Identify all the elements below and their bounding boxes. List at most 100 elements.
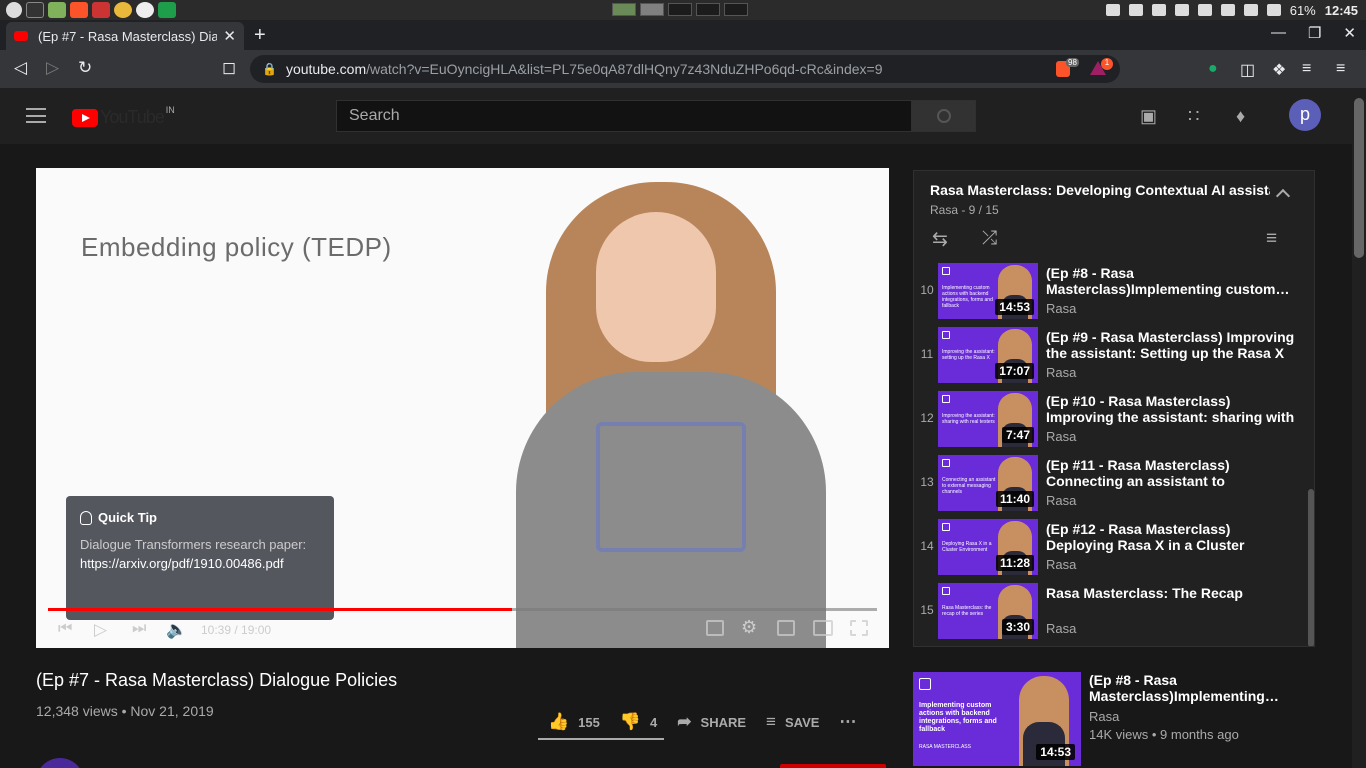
more-actions-button[interactable]: ⋯ — [829, 712, 866, 732]
search-button[interactable] — [911, 100, 976, 132]
settings-gear-icon[interactable]: ⚙ — [741, 617, 757, 638]
playlist-item-thumbnail[interactable]: Improving the assistant: sharing with re… — [938, 391, 1038, 447]
dislike-button[interactable]: 👎 4 — [610, 712, 667, 732]
mint-menu-icon[interactable] — [6, 2, 22, 18]
vpn-icon[interactable] — [136, 2, 154, 18]
play-icon[interactable]: ▷ — [94, 620, 107, 640]
playlist-item-title[interactable]: (Ep #9 - Rasa Masterclass) Improving the… — [1046, 329, 1296, 361]
progress-bar[interactable] — [48, 608, 877, 611]
playlist-item-thumbnail[interactable]: Deploying Rasa X in a Cluster Environmen… — [938, 519, 1038, 575]
media-control-icon[interactable]: ≡ — [1302, 60, 1311, 78]
fullscreen-icon[interactable] — [850, 620, 868, 636]
browser-tab[interactable]: (Ep #7 - Rasa Masterclass) Dialogue Poli… — [6, 22, 244, 50]
playlist-item[interactable]: 10 Implementing custom actions with backe… — [914, 257, 1314, 321]
workspace-5[interactable] — [724, 3, 748, 16]
browser-menu-icon[interactable]: ≡ — [1336, 60, 1345, 78]
extension-icon[interactable]: ◫ — [1240, 60, 1255, 80]
next-icon[interactable]: ⏭ — [132, 620, 146, 638]
playlist-item-thumbnail[interactable]: Rasa Masterclass: the recap of the serie… — [938, 583, 1038, 639]
playlist-item-channel[interactable]: Rasa — [1046, 365, 1076, 380]
text-editor-icon[interactable] — [92, 2, 110, 18]
next-video-channel[interactable]: Rasa — [1089, 709, 1119, 724]
battery-label[interactable]: 61% — [1290, 3, 1316, 18]
user-icon[interactable] — [1105, 4, 1120, 16]
hamburger-menu-icon[interactable] — [26, 108, 46, 123]
next-video-title[interactable]: (Ep #8 - Rasa Masterclass)Implementing… — [1089, 672, 1319, 704]
notifications-bell-icon[interactable]: ♦ — [1236, 106, 1245, 127]
theater-mode-icon[interactable] — [813, 620, 833, 636]
create-video-icon[interactable]: ▣ — [1140, 106, 1157, 127]
terminal-icon[interactable] — [26, 2, 44, 18]
loop-icon[interactable]: ⇆ — [932, 228, 948, 251]
chrome-icon[interactable] — [114, 2, 132, 18]
files-icon[interactable] — [48, 2, 66, 18]
playlist-item-channel[interactable]: Rasa — [1046, 493, 1076, 508]
slack-icon[interactable] — [1174, 4, 1189, 16]
new-tab-icon[interactable]: + — [254, 24, 266, 47]
music-icon[interactable] — [1266, 4, 1281, 16]
puzzle-icon[interactable]: ❖ — [1272, 60, 1286, 80]
pycharm-icon[interactable] — [158, 2, 176, 18]
clock[interactable]: 12:45 — [1325, 3, 1358, 18]
wifi-icon[interactable] — [1243, 4, 1258, 16]
playlist-add-icon[interactable]: ≡ — [1266, 228, 1277, 250]
maximize-icon[interactable]: ❐ — [1308, 24, 1321, 42]
subscribe-button[interactable] — [780, 764, 886, 768]
workspace-1[interactable] — [612, 3, 636, 16]
playlist-item[interactable]: 15 Rasa Masterclass: the recap of the ser… — [914, 577, 1314, 641]
video-player[interactable]: Embedding policy (TEDP) Quick Tip Dialog… — [36, 168, 889, 648]
playlist-item[interactable]: 12 Improving the assistant: sharing with … — [914, 385, 1314, 449]
url-field[interactable]: 🔒 youtube.com/watch?v=EuOyncigHLA&list=P… — [250, 55, 1120, 83]
playlist-item-channel[interactable]: Rasa — [1046, 301, 1076, 316]
save-button[interactable]: ≡ SAVE — [756, 712, 829, 732]
workspace-2[interactable] — [640, 3, 664, 16]
playlist-item[interactable]: 11 Improving the assistant: setting up th… — [914, 321, 1314, 385]
playlist-scrollbar[interactable] — [1308, 489, 1314, 646]
shuffle-icon[interactable]: ⤮ — [982, 228, 997, 250]
captions-icon[interactable] — [706, 620, 724, 636]
playlist-item-title[interactable]: (Ep #11 - Rasa Masterclass) Connecting a… — [1046, 457, 1296, 489]
close-tab-icon[interactable]: ✕ — [223, 27, 236, 45]
playlist-item-channel[interactable]: Rasa — [1046, 621, 1076, 636]
apps-grid-icon[interactable]: ∷ — [1188, 106, 1199, 127]
keyboard-icon[interactable] — [1151, 4, 1166, 16]
playlist-item-thumbnail[interactable]: Implementing custom actions with backend… — [938, 263, 1038, 319]
share-button[interactable]: ➦ SHARE — [667, 712, 756, 732]
grammarly-icon[interactable]: ● — [1208, 60, 1218, 78]
avatar[interactable]: p — [1289, 99, 1321, 131]
brave-app-icon[interactable] — [70, 2, 88, 18]
workspace-4[interactable] — [696, 3, 720, 16]
channel-avatar[interactable] — [36, 758, 84, 768]
page-scrollbar[interactable] — [1352, 88, 1366, 768]
playlist-item-title[interactable]: (Ep #8 - Rasa Masterclass)Implementing c… — [1046, 265, 1296, 297]
previous-icon[interactable]: ⏮ — [58, 620, 72, 638]
notes-icon[interactable] — [1128, 4, 1143, 16]
playlist-item-title[interactable]: (Ep #12 - Rasa Masterclass) Deploying Ra… — [1046, 521, 1296, 553]
like-button[interactable]: 👍 155 — [538, 712, 610, 732]
playlist-item-channel[interactable]: Rasa — [1046, 429, 1076, 444]
playlist-item[interactable]: 14 Deploying Rasa X in a Cluster Environm… — [914, 513, 1314, 577]
playlist-item-thumbnail[interactable]: Improving the assistant: setting up the … — [938, 327, 1038, 383]
volume-icon[interactable]: 🔈 — [166, 620, 187, 640]
minimize-icon[interactable]: — — [1271, 24, 1286, 42]
miniplayer-icon[interactable] — [777, 620, 795, 636]
scrollbar-thumb[interactable] — [1354, 98, 1364, 258]
playlist-item-title[interactable]: Rasa Masterclass: The Recap — [1046, 585, 1296, 601]
youtube-logo[interactable]: YouTube IN — [72, 105, 175, 128]
shield-icon[interactable] — [1220, 4, 1235, 16]
close-window-icon[interactable]: ✕ — [1343, 24, 1356, 42]
bluetooth-icon[interactable] — [1197, 4, 1212, 16]
back-icon[interactable]: ◁ — [14, 58, 27, 78]
playlist-item-channel[interactable]: Rasa — [1046, 557, 1076, 572]
workspace-switcher[interactable] — [612, 3, 748, 16]
workspace-3[interactable] — [668, 3, 692, 16]
bookmark-icon[interactable]: ◻ — [222, 58, 236, 78]
playlist-item-title[interactable]: (Ep #10 - Rasa Masterclass) Improving th… — [1046, 393, 1296, 425]
next-video-thumbnail[interactable]: Implementing custom actions with backend… — [913, 672, 1081, 766]
reload-icon[interactable]: ↻ — [78, 58, 92, 78]
playlist-item-thumbnail[interactable]: Connecting an assistant to external mess… — [938, 455, 1038, 511]
playlist-item[interactable]: 13 Connecting an assistant to external me… — [914, 449, 1314, 513]
collapse-chevron-icon[interactable] — [1275, 188, 1291, 204]
forward-icon[interactable]: ▷ — [46, 58, 59, 78]
search-input[interactable]: Search — [336, 100, 912, 132]
